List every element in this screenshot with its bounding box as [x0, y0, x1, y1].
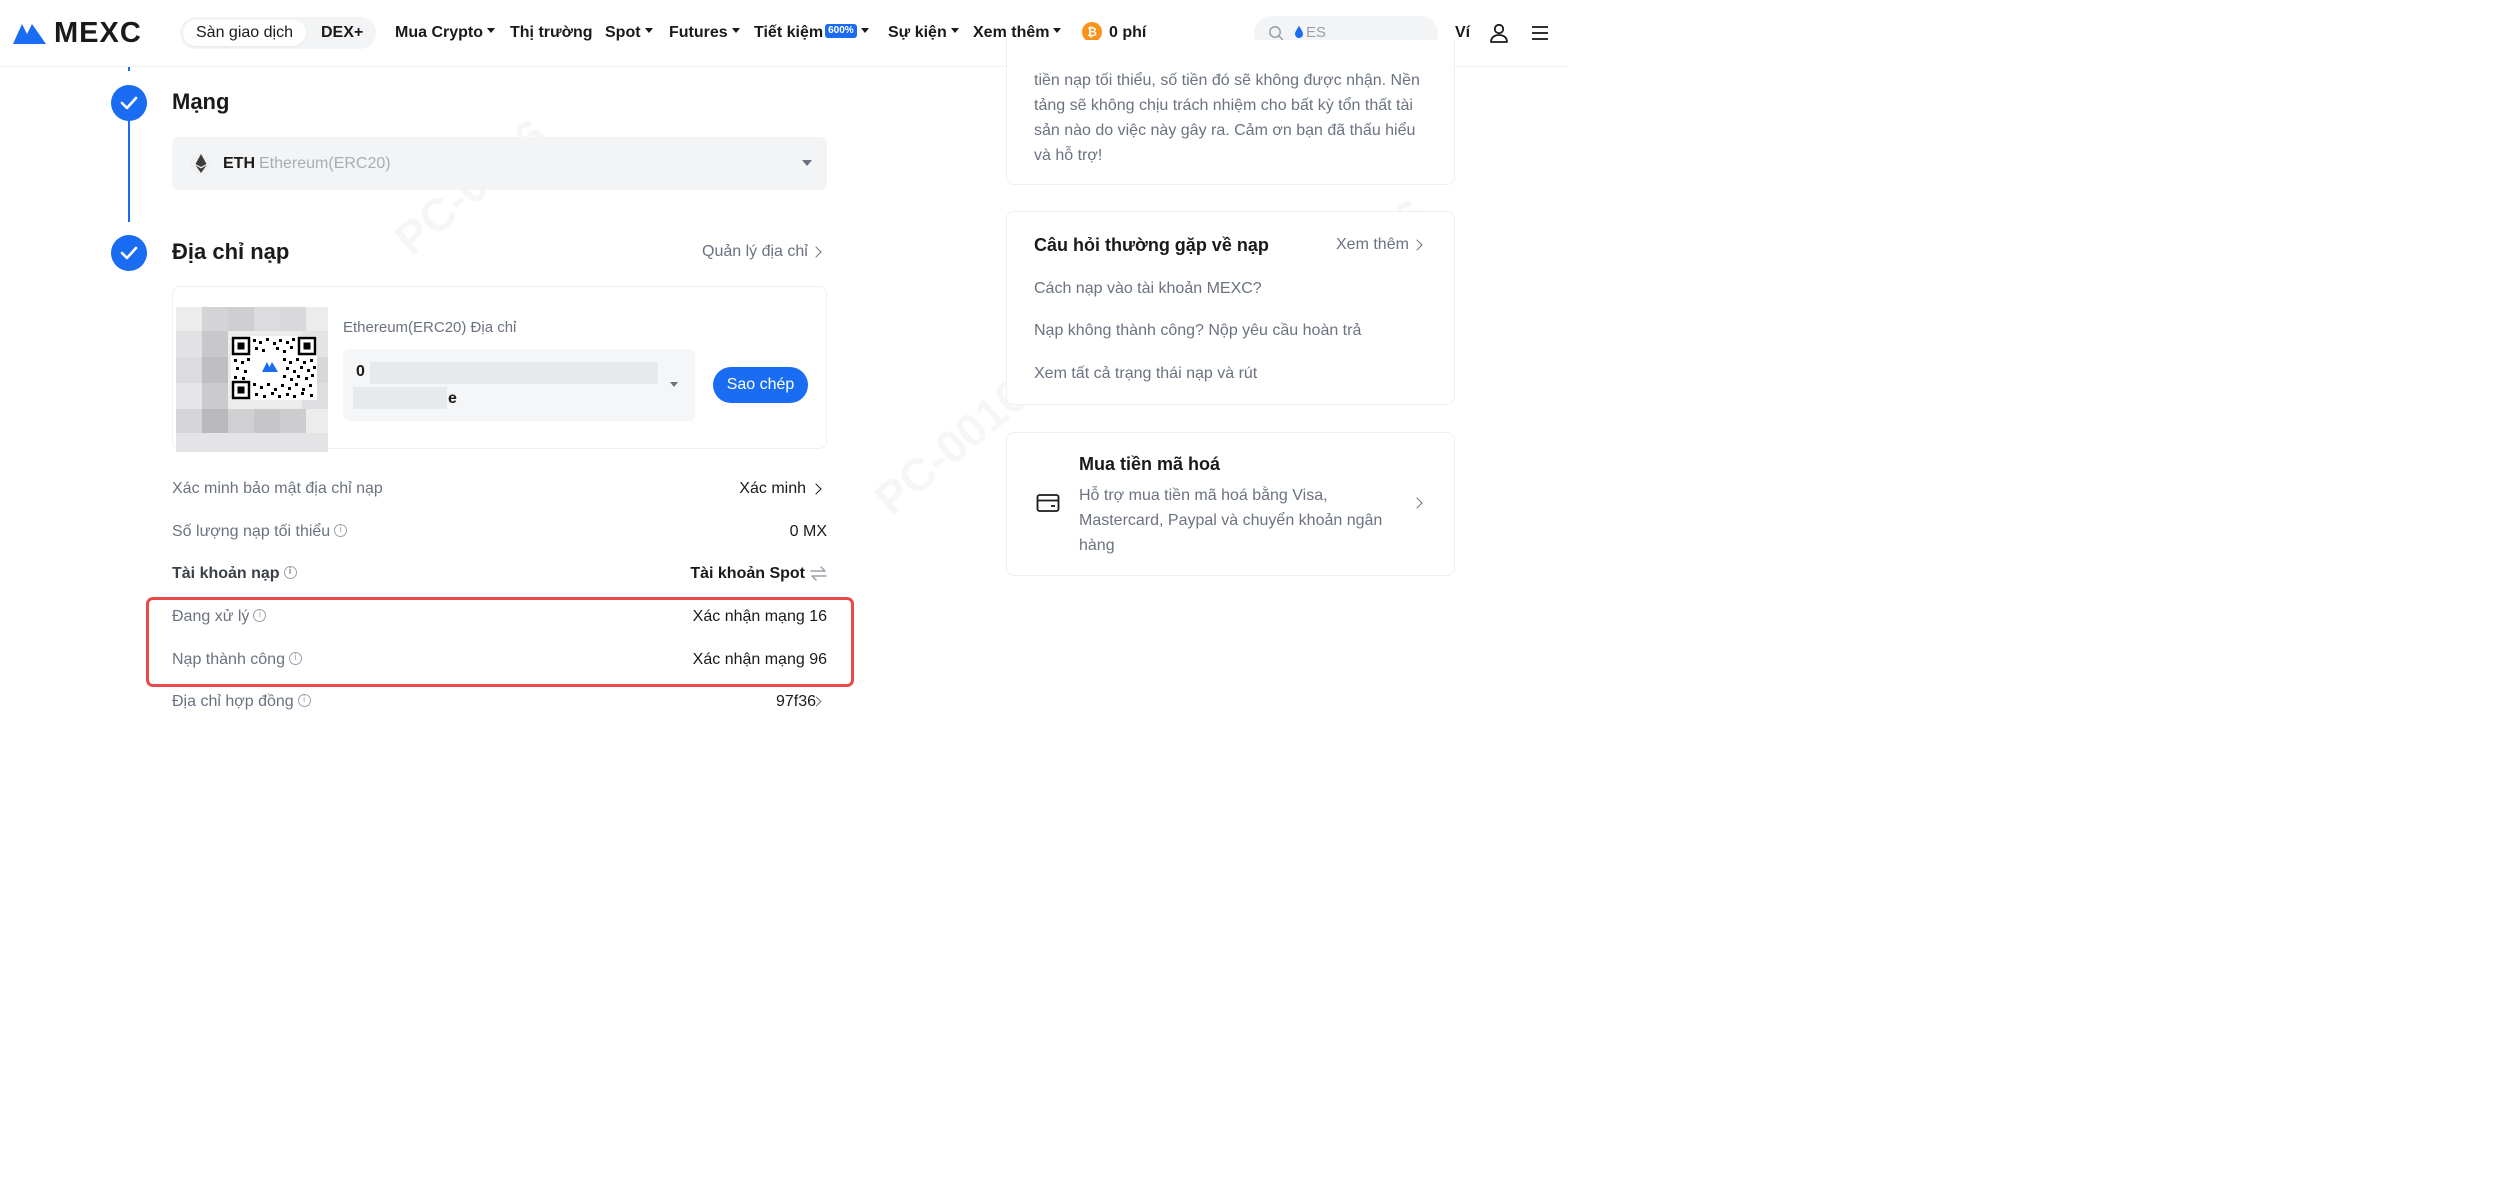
nav-label: Sự kiện [888, 24, 947, 41]
stepper-line [128, 120, 130, 222]
network-symbol: ETH [223, 155, 255, 172]
faq-link[interactable]: Cách nạp vào tài khoản MEXC? [1034, 280, 1262, 298]
nav-label: Tiết kiệm [754, 24, 824, 41]
nav-events[interactable]: Sự kiện [888, 23, 959, 43]
zero-fee-label: 0 phí [1109, 24, 1147, 42]
nav-spot[interactable]: Spot [605, 23, 653, 43]
bitcoin-icon: ₿ [1082, 22, 1102, 42]
faq-link[interactable]: Nạp không thành công? Nộp yêu cầu hoàn t… [1034, 322, 1361, 340]
caret-down-icon [950, 28, 959, 34]
nav-label: Xem thêm [973, 24, 1050, 41]
chevron-down-icon [802, 160, 812, 166]
faq-title: Câu hỏi thường gặp về nạp [1034, 235, 1269, 255]
hamburger-menu-icon[interactable] [1531, 25, 1549, 41]
faq-link[interactable]: Xem tất cả trạng thái nạp và rút [1034, 365, 1257, 383]
chevron-right-icon [810, 246, 822, 258]
drop-icon [1295, 26, 1303, 38]
nav-label: Mua Crypto [395, 24, 483, 41]
info-icon[interactable]: i [297, 694, 311, 708]
nav-label: Futures [669, 24, 728, 41]
ethereum-icon [190, 153, 212, 175]
address-field[interactable] [343, 349, 695, 421]
segment-dex[interactable]: DEX+ [308, 20, 376, 46]
detail-label: Tài khoản nạp i [172, 565, 297, 583]
copy-address-button[interactable]: Sao chép [713, 367, 808, 403]
address-end: e [448, 390, 457, 407]
info-icon[interactable]: i [334, 524, 348, 538]
buy-crypto-description: Hỗ trợ mua tiền mã hoá bằng Visa, Master… [1079, 487, 1383, 554]
step-deposit-address-title: Địa chỉ nạp [172, 239, 290, 264]
detail-label-text: Số lượng nạp tối thiểu [172, 523, 331, 540]
detail-label: Xác minh bảo mật địa chỉ nạp [172, 480, 383, 498]
info-icon[interactable]: i [283, 566, 297, 580]
detail-label: Địa chỉ hợp đồng i [172, 693, 311, 711]
chevron-right-icon [810, 483, 822, 495]
network-name: Ethereum(ERC20) [259, 155, 391, 172]
caret-down-icon [860, 28, 869, 34]
segment-exchange[interactable]: Sàn giao dịch [183, 20, 306, 46]
qr-code [231, 336, 317, 400]
address-start: 0 [356, 363, 365, 380]
address-label: Ethereum(ERC20) Địa chỉ [343, 319, 517, 336]
detail-value: Tài khoản Spot [690, 565, 805, 582]
chevron-down-icon[interactable] [670, 382, 678, 387]
redacted-address [370, 362, 658, 384]
stepper-line [128, 67, 130, 71]
nav-label: Spot [605, 24, 641, 41]
platform-switcher: Sàn giao dịch DEX+ [180, 17, 376, 49]
detail-value: 0 MX [789, 523, 827, 540]
caret-down-icon [644, 28, 653, 34]
detail-label-text: Tài khoản nạp [172, 565, 280, 582]
faq-more-link[interactable]: Xem thêm [1336, 236, 1409, 254]
nav-label: Thị trường [510, 24, 593, 41]
notice-text: tiền nạp tối thiểu, số tiền đó sẽ không … [1034, 72, 1420, 164]
step-network-title: Mạng [172, 89, 230, 114]
swap-icon[interactable] [810, 566, 827, 581]
caret-down-icon [1053, 28, 1062, 34]
mexc-logo[interactable]: MEXC [12, 17, 142, 49]
highlight-box [146, 597, 854, 687]
detail-label-text: Xác minh bảo mật địa chỉ nạp [172, 480, 383, 497]
redacted-address [353, 387, 447, 409]
nav-futures[interactable]: Futures [669, 23, 740, 43]
savings-badge: 600% [825, 23, 857, 38]
user-icon[interactable] [1488, 22, 1510, 44]
nav-buy-crypto[interactable]: Mua Crypto [395, 23, 495, 43]
step-complete-icon [111, 235, 147, 271]
credit-card-icon [1036, 494, 1060, 512]
brand-name: MEXC [54, 17, 142, 49]
wallet-link[interactable]: Ví [1455, 24, 1470, 42]
manage-address-link[interactable]: Quản lý địa chỉ [702, 243, 808, 261]
detail-label-text: Địa chỉ hợp đồng [172, 693, 294, 710]
nav-markets[interactable]: Thị trường [510, 23, 593, 43]
nav-savings[interactable]: Tiết kiệm 600% [754, 23, 869, 43]
mexc-logo-icon [13, 24, 46, 44]
buy-crypto-title: Mua tiền mã hoá [1079, 454, 1221, 474]
contract-address-link[interactable]: 97f36 [776, 693, 816, 711]
step-complete-icon [111, 85, 147, 121]
verify-link[interactable]: Xác minh [739, 480, 806, 498]
caret-down-icon [487, 28, 495, 34]
search-icon [1269, 26, 1284, 41]
caret-down-icon [731, 28, 740, 34]
detail-label: Số lượng nạp tối thiểu i [172, 523, 348, 541]
